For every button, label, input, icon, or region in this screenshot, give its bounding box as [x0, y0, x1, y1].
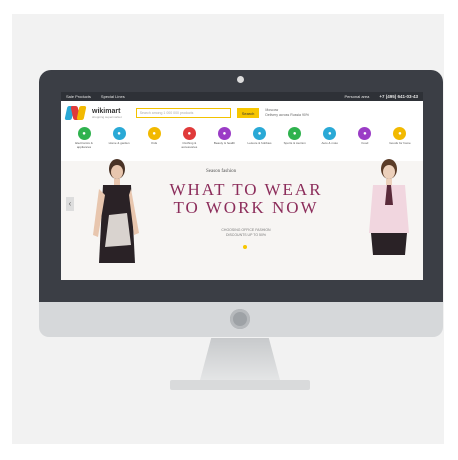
brand-tagline: shopping supermarket: [92, 114, 122, 119]
category-icon: ●: [288, 127, 302, 140]
monitor-bezel: Sale Products Special Lines Personal are…: [39, 70, 443, 302]
topbar-link-sale[interactable]: Sale Products: [66, 94, 91, 99]
category-icon: ●: [112, 127, 126, 140]
monitor-logo-icon: [230, 309, 250, 329]
category-icon: ●: [253, 127, 267, 140]
category-label: Kids: [151, 141, 158, 145]
category-icon: ●: [182, 127, 196, 140]
category-label: Electronics & appliances: [75, 141, 93, 149]
category-label: Home & garden: [108, 141, 130, 145]
monitor-stand-neck: [200, 338, 280, 380]
category-item[interactable]: ● Clothing & accessories: [174, 127, 204, 161]
site-topbar: Sale Products Special Lines Personal are…: [61, 92, 423, 101]
category-item[interactable]: ● Leisure & hobbies: [245, 127, 275, 161]
delivery-info: Moscow Delivery across Russia 90%: [265, 108, 309, 117]
category-label: Sports & tourism: [283, 141, 306, 145]
category-icon: ●: [358, 127, 372, 140]
category-item[interactable]: ● Sports & tourism: [280, 127, 310, 161]
topbar-login[interactable]: Personal area: [344, 94, 369, 99]
monitor: Sale Products Special Lines Personal are…: [39, 70, 443, 337]
banner-prev-arrow-icon[interactable]: ‹: [66, 197, 74, 211]
search-input[interactable]: Search among 1 000 000 products: [135, 108, 231, 118]
category-label: Goods for home: [389, 141, 411, 145]
topbar-link-special[interactable]: Special Lines: [101, 94, 125, 99]
category-label: Leisure & hobbies: [247, 141, 272, 145]
banner-headline: WHAT TO WEAR TO WORK NOW: [169, 180, 323, 217]
category-item[interactable]: ● Auto & moto: [315, 127, 345, 161]
monitor-stand-base: [170, 380, 310, 390]
search-button[interactable]: Search: [236, 108, 260, 118]
wikimart-logo-icon[interactable]: [64, 106, 87, 120]
banner-subtext: CHOOSING OFFICE FASHION DISCOUNTS UP TO …: [221, 228, 271, 237]
brand-name: wikimart: [92, 107, 121, 115]
banner-eyebrow: Season fashion: [206, 169, 237, 174]
topbar-phone: +7 (495) 641-03-43: [379, 94, 418, 99]
category-label: Beauty & health: [213, 141, 236, 145]
site-header: wikimart shopping supermarket Search amo…: [61, 101, 423, 125]
category-label: Auto & moto: [321, 141, 339, 145]
category-icon: ●: [217, 127, 231, 140]
hero-banner[interactable]: ‹ Season fashion WHAT TO WEAR TO WORK NO…: [61, 159, 423, 280]
category-label: Clothing & accessories: [181, 141, 198, 149]
category-icon: ●: [77, 127, 91, 140]
category-icon: ●: [147, 127, 161, 140]
category-label: Food: [361, 141, 369, 145]
category-icon: ●: [323, 127, 337, 140]
category-icon: ●: [393, 127, 407, 140]
banner-pager-dot[interactable]: [243, 245, 247, 249]
category-item[interactable]: ● Beauty & health: [209, 127, 239, 161]
model-right-image: [369, 159, 409, 255]
camera-icon: [237, 76, 244, 83]
model-left-image: [93, 159, 139, 263]
website-screen: Sale Products Special Lines Personal are…: [61, 92, 423, 280]
